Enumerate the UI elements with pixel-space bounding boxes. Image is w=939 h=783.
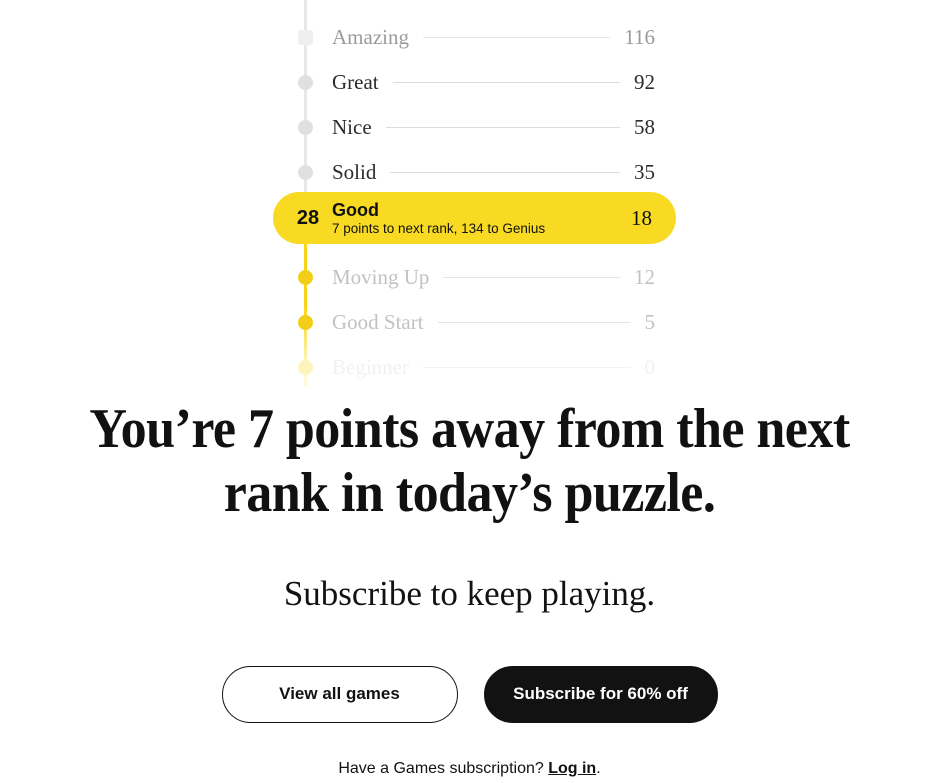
cta-button-row: View all games Subscribe for 60% off: [0, 665, 939, 723]
rank-node-icon: [298, 29, 313, 45]
rank-name: Great: [332, 69, 379, 94]
rank-row: Great 92: [273, 60, 676, 105]
rank-node-icon: [298, 119, 313, 135]
subscription-promo: You’re 7 points away from the next rank …: [0, 386, 939, 778]
rank-connector-line: [422, 367, 631, 368]
rank-name: Nice: [332, 114, 372, 139]
promo-headline: You’re 7 points away from the next rank …: [89, 398, 850, 524]
rank-node-icon: [298, 314, 313, 330]
rank-threshold-score: 116: [624, 24, 655, 49]
rank-row: Beginner 0: [273, 345, 676, 387]
rank-ladder: Amazing 116 Great 92 Nice 58 Solid 35 28 Good 7 po…: [0, 0, 939, 386]
view-all-games-button[interactable]: View all games: [221, 665, 458, 723]
rank-row-current: 28 Good 7 points to next rank, 134 to Geni…: [273, 192, 676, 244]
rank-ladder-inner: Amazing 116 Great 92 Nice 58 Solid 35 28 Good 7 po…: [273, 0, 676, 386]
rank-connector-line: [385, 127, 620, 128]
promo-subheadline: Subscribe to keep playing.: [283, 573, 656, 613]
current-score: 28: [296, 206, 320, 229]
rank-node-icon: [298, 269, 313, 285]
rank-name: Amazing: [332, 24, 409, 49]
login-footer: Have a Games subscription? Log in.: [0, 760, 939, 778]
rank-threshold-score: 92: [634, 69, 655, 94]
rank-node-icon: [298, 74, 313, 90]
rank-name: Moving Up: [332, 264, 430, 289]
rank-name: Solid: [332, 159, 377, 184]
rank-row: Moving Up 12: [273, 255, 676, 300]
rank-threshold-score: 35: [634, 159, 655, 184]
rank-threshold-score: 58: [634, 114, 655, 139]
spelling-bee-rank-paywall-screen: Amazing 116 Great 92 Nice 58 Solid 35 28 Good 7 po…: [0, 0, 939, 783]
log-in-link[interactable]: Log in: [548, 760, 596, 777]
rank-progress-subtext: 7 points to next rank, 134 to Genius: [332, 220, 546, 236]
rank-connector-line: [392, 82, 620, 83]
rank-name: Beginner: [332, 354, 409, 379]
subscribe-button[interactable]: Subscribe for 60% off: [483, 665, 718, 723]
rank-threshold-score: 5: [644, 309, 656, 334]
rank-row: Amazing 116: [273, 15, 676, 60]
rank-name: Good Start: [332, 309, 424, 334]
login-footer-suffix: .: [596, 759, 601, 777]
rank-node-icon: [298, 164, 313, 180]
rank-connector-line: [390, 172, 620, 173]
current-rank-text: Good 7 points to next rank, 134 to Genius: [332, 200, 545, 235]
rank-connector-line: [437, 322, 631, 323]
rank-connector-line: [422, 37, 611, 38]
rank-node-icon: [298, 359, 313, 375]
rank-threshold-score: 12: [634, 264, 655, 289]
rank-row: Nice 58: [273, 105, 676, 150]
rank-row: Good Start 5: [273, 300, 676, 345]
rank-row: Solid 35: [273, 150, 676, 195]
rank-name: Good: [332, 200, 379, 221]
rank-connector-line: [443, 277, 620, 278]
login-footer-prefix: Have a Games subscription?: [338, 759, 549, 777]
rank-threshold-score: 0: [644, 354, 656, 379]
rank-threshold-score: 18: [631, 205, 652, 230]
